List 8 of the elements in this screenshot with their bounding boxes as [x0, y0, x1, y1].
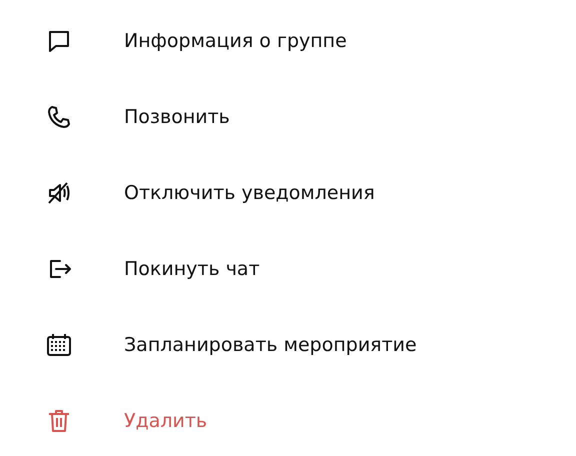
calendar-icon — [45, 331, 73, 359]
menu-item[interactable]: Позвонить — [124, 106, 230, 128]
phone-icon — [45, 103, 73, 131]
menu-item[interactable]: Запланировать мероприятие — [124, 334, 417, 356]
menu-item[interactable]: Информация о группе — [124, 30, 347, 52]
menu-item[interactable]: Отключить уведомления — [124, 182, 375, 204]
menu-item[interactable]: Удалить — [124, 410, 208, 432]
menu-item[interactable]: Покинуть чат — [124, 258, 260, 280]
